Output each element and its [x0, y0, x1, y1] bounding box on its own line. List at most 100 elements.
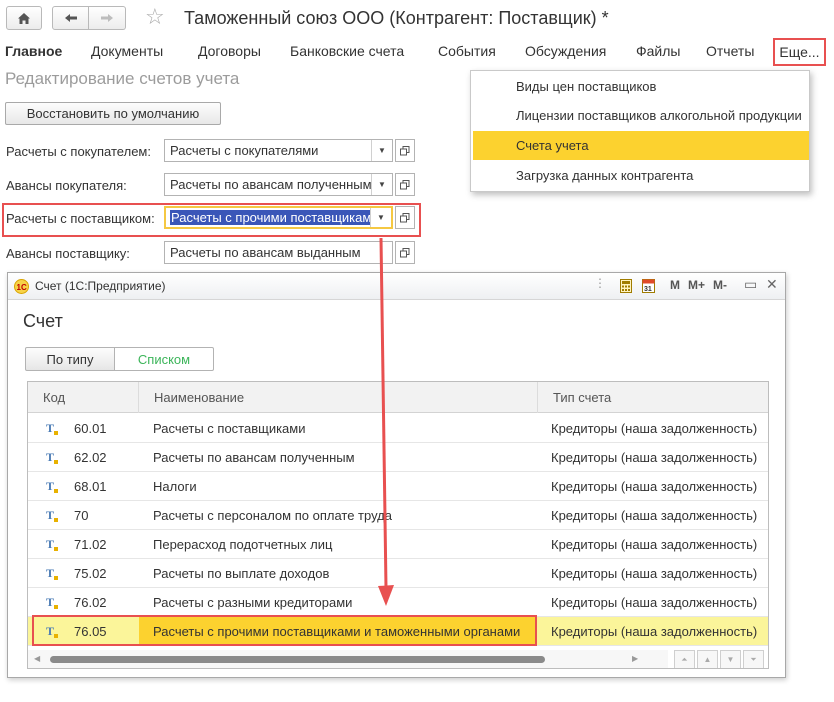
cell-name: Расчеты с разными кредиторами [153, 595, 353, 610]
memory-plus-button[interactable]: M+ [688, 278, 705, 292]
svg-text:T: T [46, 508, 54, 522]
menu-item-events[interactable]: События [438, 43, 525, 63]
section-title: Редактирование счетов учета [5, 69, 240, 88]
tab-by-type[interactable]: По типу [25, 347, 115, 371]
cell-code: 75.02 [74, 566, 107, 581]
account-type-icon: T [46, 566, 58, 580]
memory-button[interactable]: M [670, 278, 680, 292]
chevron-down-icon[interactable]: ▼ [371, 140, 392, 161]
account-type-icon: T [46, 421, 58, 435]
column-header-type[interactable]: Тип счета [537, 382, 768, 413]
more-menu-popup: Виды цен поставщиков Лицензии поставщико… [470, 70, 810, 192]
menu-item-documents[interactable]: Документы [91, 43, 198, 63]
scroll-up-button[interactable]: ▲ [697, 650, 718, 668]
menu-item-bank-accounts[interactable]: Банковские счета [290, 43, 438, 63]
popup-item-alcohol-licenses[interactable]: Лицензии поставщиков алкогольной продукц… [473, 101, 809, 130]
field-value: Расчеты по авансам выданным [170, 245, 361, 260]
field-value: Расчеты по авансам полученным [170, 177, 372, 192]
scroll-left-icon[interactable]: ◀ [34, 654, 40, 663]
cell-type: Кредиторы (наша задолженность) [551, 508, 758, 523]
window-menu-icon[interactable]: ⋮ [594, 276, 606, 290]
home-icon [18, 12, 30, 24]
svg-text:T: T [46, 450, 54, 464]
cell-code: 60.01 [74, 421, 107, 436]
menu-item-discussions[interactable]: Обсуждения [525, 43, 636, 63]
cell-code: 62.02 [74, 450, 107, 465]
menu-item-main[interactable]: Главное [5, 43, 91, 63]
minimize-icon[interactable]: ▭ [744, 276, 757, 293]
account-type-icon: T [46, 479, 58, 493]
cell-code: 76.02 [74, 595, 107, 610]
calendar-icon[interactable]: 31 [642, 278, 655, 293]
popup-item-accounts[interactable]: Счета учета [473, 131, 809, 160]
chevron-down-icon[interactable]: ▼ [371, 174, 392, 195]
field-customer-advances[interactable]: Расчеты по авансам полученным ▼ [164, 173, 393, 196]
pointer-arrow [378, 237, 394, 606]
svg-text:31: 31 [644, 286, 652, 293]
field-label-customer-settlements: Расчеты с покупателем: [6, 144, 151, 159]
cell-type: Кредиторы (наша задолженность) [551, 421, 758, 436]
svg-text:T: T [46, 566, 54, 580]
popup-item-load-contractor-data[interactable]: Загрузка данных контрагента [473, 161, 809, 190]
scroll-to-top-button[interactable]: ⏶ [674, 650, 695, 668]
field-supplier-settlements[interactable]: Расчеты с прочими поставщиками ▼ [164, 206, 393, 229]
field-label-customer-advances: Авансы покупателя: [6, 178, 127, 193]
column-header-code[interactable]: Код [28, 382, 138, 413]
page-title: Таможенный союз ООО (Контрагент: Поставщ… [184, 8, 609, 28]
svg-text:T: T [46, 537, 54, 551]
open-form-icon [400, 247, 410, 257]
star-icon[interactable]: ☆ [145, 6, 165, 28]
forward-icon [101, 14, 113, 22]
cell-name: Расчеты с персоналом по оплате труда [153, 508, 392, 523]
account-type-icon: T [46, 595, 58, 609]
home-button[interactable] [6, 6, 42, 30]
column-header-name[interactable]: Наименование [138, 382, 537, 413]
scroll-to-bottom-button[interactable]: ⏷ [743, 650, 764, 668]
popup-item-supplier-prices[interactable]: Виды цен поставщиков [473, 72, 809, 101]
account-type-icon: T [46, 508, 58, 522]
close-icon[interactable]: ✕ [766, 276, 778, 293]
scroll-down-button[interactable]: ▼ [720, 650, 741, 668]
cell-type: Кредиторы (наша задолженность) [551, 566, 758, 581]
account-type-icon: T [46, 537, 58, 551]
cell-code: 71.02 [74, 537, 107, 552]
svg-text:T: T [46, 421, 54, 435]
field-label-supplier-settlements: Расчеты с поставщиком: [6, 211, 155, 226]
svg-text:1С: 1С [17, 283, 27, 292]
open-supplier-settlements-button[interactable] [395, 206, 415, 229]
cell-code: 68.01 [74, 479, 107, 494]
cell-type: Кредиторы (наша задолженность) [551, 450, 758, 465]
memory-minus-button[interactable]: M- [713, 278, 727, 292]
cell-name: Налоги [153, 479, 197, 494]
open-form-icon [400, 212, 410, 222]
cell-name: Расчеты с поставщиками [153, 421, 306, 436]
field-supplier-advances[interactable]: Расчеты по авансам выданным [164, 241, 393, 264]
forward-button[interactable] [89, 6, 126, 30]
open-form-icon [400, 145, 410, 155]
scroll-right-icon[interactable]: ▶ [632, 654, 638, 663]
horizontal-scrollbar[interactable]: ◀ ▶ [28, 650, 668, 668]
window-heading: Счет [23, 311, 63, 331]
window-title: Счет (1С:Предприятие) [35, 279, 166, 293]
back-icon [64, 14, 77, 22]
cell-name: Перерасход подотчетных лиц [153, 537, 333, 552]
chevron-down-icon[interactable]: ▼ [370, 208, 391, 227]
menu-item-files[interactable]: Файлы [636, 43, 706, 63]
back-button[interactable] [52, 6, 89, 30]
selected-row-highlight [32, 615, 537, 646]
scroll-thumb[interactable] [50, 656, 545, 663]
field-customer-settlements[interactable]: Расчеты с покупателями ▼ [164, 139, 393, 162]
menu-item-reports[interactable]: Отчеты [706, 43, 766, 63]
open-form-icon [400, 179, 410, 189]
cell-type: Кредиторы (наша задолженность) [551, 479, 758, 494]
field-label-supplier-advances: Авансы поставщику: [6, 246, 130, 261]
cell-type: Кредиторы (наша задолженность) [551, 537, 758, 552]
tab-list[interactable]: Списком [114, 347, 214, 371]
open-customer-advances-button[interactable] [395, 173, 415, 196]
svg-text:T: T [46, 479, 54, 493]
restore-defaults-button[interactable]: Восстановить по умолчанию [5, 102, 221, 125]
menu-item-contracts[interactable]: Договоры [198, 43, 290, 63]
more-menu-button[interactable]: Еще... [773, 38, 826, 66]
open-customer-settlements-button[interactable] [395, 139, 415, 162]
calculator-icon[interactable] [620, 279, 632, 293]
